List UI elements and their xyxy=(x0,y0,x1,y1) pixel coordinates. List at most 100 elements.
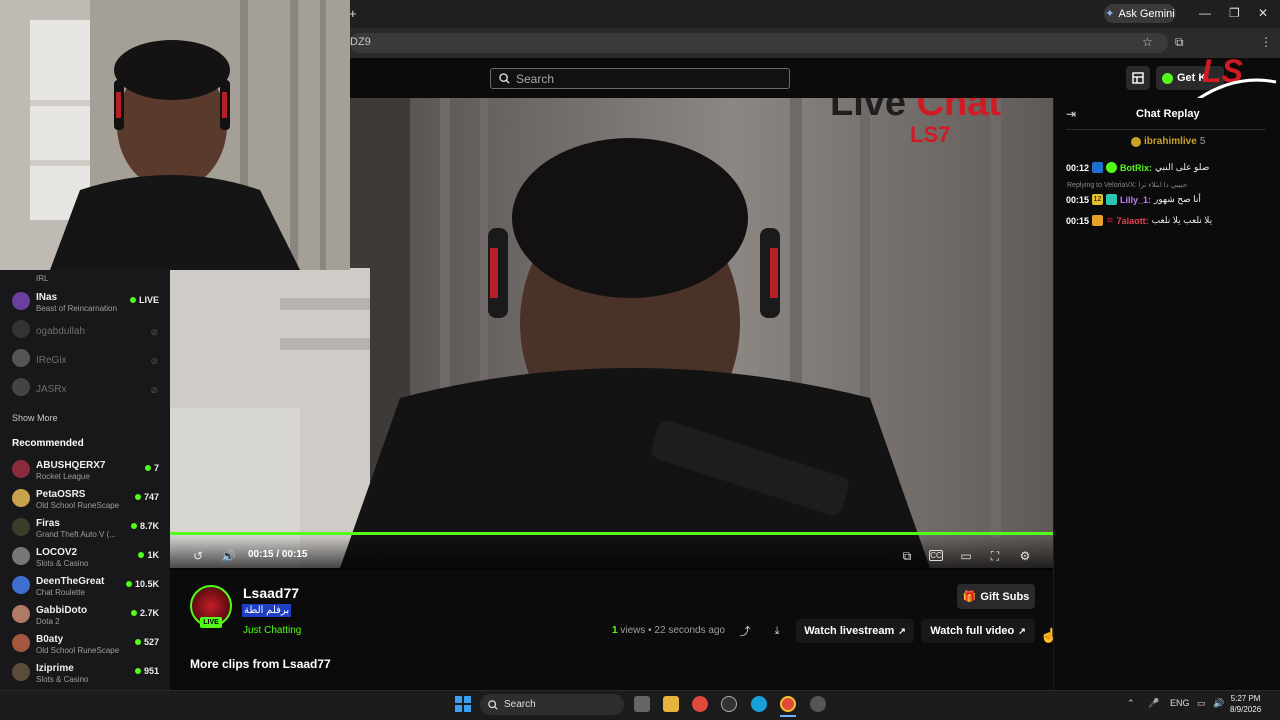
offline-icon: ⊘ xyxy=(150,327,158,337)
system-clock[interactable]: 5:27 PM 8/9/2026 xyxy=(1230,693,1261,715)
avatar xyxy=(12,292,30,310)
chat-divider xyxy=(1066,129,1266,130)
avatar xyxy=(12,349,30,367)
avatar xyxy=(12,663,30,681)
live-indicator: LIVE xyxy=(129,295,159,305)
new-tab-button[interactable]: + xyxy=(349,6,357,21)
live-badge: LIVE xyxy=(200,617,222,628)
collapse-chat-icon[interactable]: ⇥ xyxy=(1066,107,1076,121)
category-link[interactable]: Just Chatting xyxy=(243,625,301,636)
app-icon[interactable] xyxy=(721,696,737,712)
sidebar-item-gabbidoto[interactable]: GabbiDoto Dota 2 2.7K xyxy=(0,603,170,632)
extensions-icon[interactable]: ⧉ xyxy=(1175,35,1184,50)
webcam-frame xyxy=(0,0,350,270)
mod-badge-icon xyxy=(1106,194,1118,205)
chat-message: 00:15 ≋ 7alaott: يلا نلعب يلا نلعب xyxy=(1066,215,1213,226)
avatar xyxy=(12,378,30,396)
video-time: 00:15 / 00:15 xyxy=(248,549,308,560)
more-clips-heading: More clips from Lsaad77 xyxy=(190,657,331,671)
microphone-icon[interactable]: 🎤 xyxy=(1148,698,1159,709)
avatar xyxy=(12,634,30,652)
overlay-live-text: Live Chat xyxy=(830,98,1002,124)
overlay-ls7-text: LS7 xyxy=(910,122,951,147)
bookmark-star-icon[interactable]: ☆ xyxy=(1142,35,1153,49)
sidebar-item-iziprime[interactable]: Iziprime Slots & Casino 951 xyxy=(0,661,170,690)
restore-button[interactable]: ❐ xyxy=(1229,6,1240,20)
chat-title: Chat Replay xyxy=(1136,108,1200,120)
layout-toggle-button[interactable] xyxy=(1126,66,1150,90)
close-window-button[interactable]: ✕ xyxy=(1258,6,1268,20)
file-explorer-icon[interactable] xyxy=(663,696,679,712)
windows-start-icon[interactable] xyxy=(455,696,471,712)
external-link-icon: ↗ xyxy=(898,625,906,636)
language-indicator[interactable]: ENG xyxy=(1170,698,1190,708)
sidebar: IRL INas Beast of Reincarnation LIVE oga… xyxy=(0,270,170,690)
sub-badge-icon: 12 xyxy=(1092,194,1104,205)
chrome-active-icon[interactable] xyxy=(780,696,796,712)
avatar xyxy=(12,576,30,594)
replay-icon[interactable]: ↺ xyxy=(191,549,205,563)
pinned-gifter[interactable]: ibrahimlive 5 xyxy=(1131,136,1205,147)
obs-icon[interactable] xyxy=(810,696,826,712)
address-field[interactable] xyxy=(350,33,1168,53)
sparkle-icon: ✦ xyxy=(1105,8,1115,20)
sidebar-item-firas[interactable]: Firas Grand Theft Auto V (... 8.7K xyxy=(0,516,170,545)
watch-full-video-button[interactable]: Watch full video ↗ xyxy=(921,619,1035,643)
kick-logo-icon xyxy=(1162,72,1173,84)
speaker-icon[interactable]: 🔊 xyxy=(1213,698,1224,709)
sidebar-item-locov2[interactable]: LOCOV2 Slots & Casino 1K xyxy=(0,545,170,574)
minimize-button[interactable]: — xyxy=(1199,6,1211,20)
chat-message: 00:15 12 Lilly_1: أنا صح شهور xyxy=(1066,194,1201,205)
verified-badge-icon xyxy=(1106,162,1118,173)
avatar xyxy=(12,605,30,623)
sidebar-item-partial[interactable]: IRL xyxy=(0,270,170,284)
channel-name[interactable]: Lsaad77 xyxy=(243,585,299,601)
clip-stats: 1 views • 22 seconds ago xyxy=(612,625,726,636)
network-icon[interactable]: ▭ xyxy=(1197,698,1206,709)
share-icon[interactable]: ⤴ xyxy=(735,621,755,641)
sidebar-item-jasrx[interactable]: JASRx ⊘ xyxy=(0,376,170,405)
theater-mode-icon[interactable]: ▭ xyxy=(959,549,973,563)
stream-title: برفلم الطة xyxy=(242,604,292,617)
crown-badge-icon xyxy=(1092,215,1104,226)
edge-icon[interactable] xyxy=(751,696,767,712)
chrome-icon[interactable] xyxy=(692,696,708,712)
offline-icon: ⊘ xyxy=(150,385,158,395)
recommended-heading: Recommended xyxy=(12,438,84,449)
gift-subs-button[interactable]: 🎁 Gift Subs xyxy=(957,584,1035,609)
active-app-indicator xyxy=(780,715,796,717)
tray-overflow-icon[interactable]: ⌃ xyxy=(1127,698,1135,709)
search-icon xyxy=(499,73,510,84)
viewer-count: 10.5K xyxy=(125,579,159,589)
show-more-link[interactable]: Show More xyxy=(12,413,58,423)
ask-gemini-button[interactable]: ✦ Ask Gemini xyxy=(1104,4,1176,23)
sidebar-item-inas[interactable]: INas Beast of Reincarnation LIVE xyxy=(0,290,170,319)
fullscreen-icon[interactable]: ⛶ xyxy=(988,549,1002,563)
viewer-count: 2.7K xyxy=(130,608,159,618)
sidebar-item-abushqerx7[interactable]: ABUSHQERX7 Rocket League 7 xyxy=(0,458,170,487)
bot-badge-icon xyxy=(1092,162,1104,173)
captions-icon[interactable]: CC xyxy=(929,550,943,561)
sidebar-item-ogabdullah[interactable]: ogabdullah ⊘ xyxy=(0,318,170,347)
viewer-count: 951 xyxy=(134,666,159,676)
miniplayer-icon[interactable]: ⧉ xyxy=(900,549,914,563)
search-input[interactable]: Search xyxy=(490,68,790,89)
sidebar-item-iregix[interactable]: IReGix ⊘ xyxy=(0,347,170,376)
sidebar-item-petaosrs[interactable]: PetaOSRS Old School RuneScape 747 xyxy=(0,487,170,516)
viewer-count: 527 xyxy=(134,637,159,647)
sidebar-item-b0aty[interactable]: B0aty Old School RuneScape 527 xyxy=(0,632,170,661)
taskbar-search[interactable]: Search xyxy=(480,694,624,715)
volume-icon[interactable]: 🔊 xyxy=(221,549,236,563)
offline-icon: ⊘ xyxy=(150,356,158,366)
sidebar-item-deenthegreat[interactable]: DeenTheGreat Chat Roulette 10.5K xyxy=(0,574,170,603)
external-link-icon: ↗ xyxy=(1018,625,1026,636)
watch-livestream-button[interactable]: Watch livestream ↗ xyxy=(796,619,914,643)
gift-icon: 🎁 xyxy=(962,591,977,603)
webcam-overlay xyxy=(0,0,350,270)
crown-badge-icon xyxy=(1131,136,1141,147)
ls-logo-watermark: LS xyxy=(1197,53,1277,101)
avatar xyxy=(12,547,30,565)
store-icon[interactable] xyxy=(634,696,650,712)
download-icon[interactable]: ⤓ xyxy=(767,621,787,641)
settings-icon[interactable]: ⚙ xyxy=(1018,549,1032,563)
